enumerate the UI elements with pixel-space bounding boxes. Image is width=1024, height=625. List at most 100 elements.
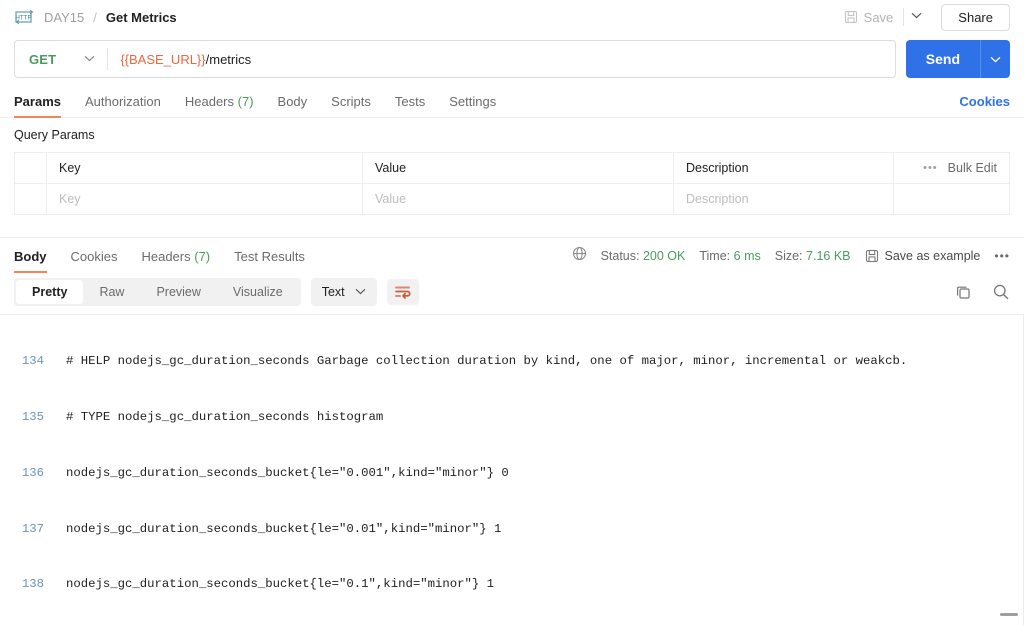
line-number: 138 — [21, 577, 44, 592]
method-selector[interactable]: GET — [15, 41, 107, 77]
cookies-link[interactable]: Cookies — [959, 94, 1010, 117]
header-description: Description — [673, 152, 894, 184]
line-number: 134 — [21, 354, 44, 369]
code-line: 138 nodejs_gc_duration_seconds_bucket{le=… — [0, 575, 1024, 594]
line-text: nodejs_gc_duration_seconds_bucket{le="0.… — [66, 465, 509, 480]
tab-label: Authorization — [84, 94, 161, 109]
tab-tests[interactable]: Tests — [383, 94, 437, 117]
copy-button[interactable] — [955, 284, 972, 301]
param-key-input[interactable]: Key — [46, 183, 363, 215]
top-bar-actions: Save Share — [836, 3, 1010, 31]
chevron-down-icon — [84, 54, 95, 65]
response-tab-test-results[interactable]: Test Results — [222, 249, 317, 272]
code-line: 134 # HELP nodejs_gc_duration_seconds Gar… — [0, 352, 1024, 371]
line-number: 135 — [21, 409, 44, 424]
chevron-down-icon — [990, 56, 1001, 62]
format-label: Text — [321, 285, 345, 299]
floppy-disk-icon — [865, 249, 878, 263]
tab-params[interactable]: Params — [14, 94, 73, 118]
view-pretty[interactable]: Pretty — [16, 280, 84, 304]
tab-headers[interactable]: Headers (7) — [173, 94, 266, 117]
query-params-section: Query Params Key Value Description ••• B… — [0, 118, 1024, 215]
param-value-input[interactable]: Value — [362, 183, 674, 215]
top-bar: HTTP DAY15 / Get Metrics Save Share — [0, 0, 1024, 34]
response-body-code[interactable]: 134 # HELP nodejs_gc_duration_seconds Gar… — [0, 314, 1024, 625]
search-icon — [993, 284, 1009, 300]
tab-count: (7) — [237, 94, 254, 109]
search-button[interactable] — [992, 283, 1010, 301]
status-badge: Status: 200 OK — [601, 249, 686, 263]
tab-label: Settings — [449, 94, 497, 109]
more-options-icon[interactable]: ••• — [923, 162, 938, 174]
send-button[interactable]: Send — [906, 40, 980, 78]
response-tabs: Body Cookies Headers (7) Test Results St… — [0, 238, 1024, 273]
code-line: 137 nodejs_gc_duration_seconds_bucket{le=… — [0, 520, 1024, 539]
tab-settings[interactable]: Settings — [437, 94, 508, 117]
view-visualize[interactable]: Visualize — [217, 280, 299, 304]
line-text: nodejs_gc_duration_seconds_bucket{le="0.… — [66, 577, 495, 592]
size-label: Size: — [774, 249, 803, 263]
url-path: /metrics — [205, 51, 252, 67]
request-tabs: Params Authorization Headers (7) Body Sc… — [0, 88, 1024, 118]
code-line: 135 # TYPE nodejs_gc_duration_seconds his… — [0, 408, 1024, 427]
save-options-caret[interactable] — [903, 8, 931, 26]
breadcrumb-collection[interactable]: DAY15 — [44, 10, 84, 25]
time-value: 6 ms — [733, 249, 761, 263]
send-options-caret[interactable] — [980, 40, 1010, 78]
response-tab-cookies[interactable]: Cookies — [59, 249, 130, 272]
http-protocol-icon: HTTP — [14, 9, 36, 25]
share-button[interactable]: Share — [941, 3, 1010, 31]
body-view-switcher: Pretty Raw Preview Visualize — [14, 278, 301, 306]
floppy-disk-icon — [844, 10, 857, 24]
row-checkbox-cell[interactable] — [14, 183, 47, 215]
response-meta: Status: 200 OK Time: 6 ms Size: 7.16 KB … — [572, 246, 1010, 272]
size-value: 7.16 KB — [806, 249, 851, 263]
chevron-down-icon — [355, 287, 366, 298]
tab-authorization[interactable]: Authorization — [73, 94, 173, 117]
line-text: # HELP nodejs_gc_duration_seconds Garbag… — [66, 354, 908, 369]
line-number: 136 — [21, 465, 44, 480]
tab-body[interactable]: Body — [266, 94, 320, 117]
tab-label: Body — [277, 94, 308, 109]
header-bulk-edit-cell: ••• Bulk Edit — [893, 152, 1010, 184]
chevron-down-icon — [911, 12, 922, 19]
response-tab-body[interactable]: Body — [14, 249, 59, 273]
tab-label: Body — [14, 249, 47, 264]
view-raw[interactable]: Raw — [83, 280, 140, 304]
method-label: GET — [29, 51, 57, 67]
url-row: GET {{BASE_URL}}/metrics Send — [0, 34, 1024, 88]
query-params-table: Key Value Description ••• Bulk Edit Key … — [14, 152, 1010, 215]
query-params-title: Query Params — [14, 128, 95, 142]
response-tab-headers[interactable]: Headers (7) — [129, 249, 222, 272]
url-input-container: GET {{BASE_URL}}/metrics — [14, 40, 896, 78]
format-selector[interactable]: Text — [310, 278, 377, 306]
copy-icon — [957, 286, 970, 299]
time-label: Time: — [699, 249, 731, 263]
header-checkbox-cell — [14, 152, 47, 184]
table-header-row: Key Value Description ••• Bulk Edit — [14, 152, 1010, 184]
tab-count: (7) — [194, 249, 211, 264]
horizontal-scrollbar-thumb[interactable] — [1000, 613, 1018, 616]
row-bulk-cell — [893, 183, 1010, 215]
tab-label: Params — [14, 94, 61, 109]
param-description-input[interactable]: Description — [673, 183, 894, 215]
url-input[interactable]: {{BASE_URL}}/metrics — [108, 52, 894, 67]
response-more-options-icon[interactable]: ••• — [994, 249, 1010, 263]
postman-window: HTTP DAY15 / Get Metrics Save Share GET … — [0, 0, 1024, 625]
line-text: nodejs_gc_duration_seconds_bucket{le="0.… — [66, 521, 502, 536]
tab-label: Tests — [394, 94, 426, 109]
code-line: 136 nodejs_gc_duration_seconds_bucket{le=… — [0, 464, 1024, 483]
breadcrumb-request-name[interactable]: Get Metrics — [106, 10, 177, 25]
tab-scripts[interactable]: Scripts — [319, 94, 383, 117]
save-button[interactable]: Save — [836, 6, 902, 29]
bulk-edit-button[interactable]: Bulk Edit — [948, 161, 997, 175]
view-preview[interactable]: Preview — [140, 280, 216, 304]
word-wrap-button[interactable] — [386, 279, 419, 305]
body-toolbar-icons — [955, 283, 1010, 301]
line-number: 137 — [21, 521, 44, 536]
tab-label: Scripts — [331, 94, 371, 109]
time-badge: Time: 6 ms — [699, 249, 760, 263]
header-key: Key — [46, 152, 363, 184]
save-as-example-button[interactable]: Save as example — [865, 249, 980, 263]
url-variable: {{BASE_URL}} — [120, 51, 206, 67]
